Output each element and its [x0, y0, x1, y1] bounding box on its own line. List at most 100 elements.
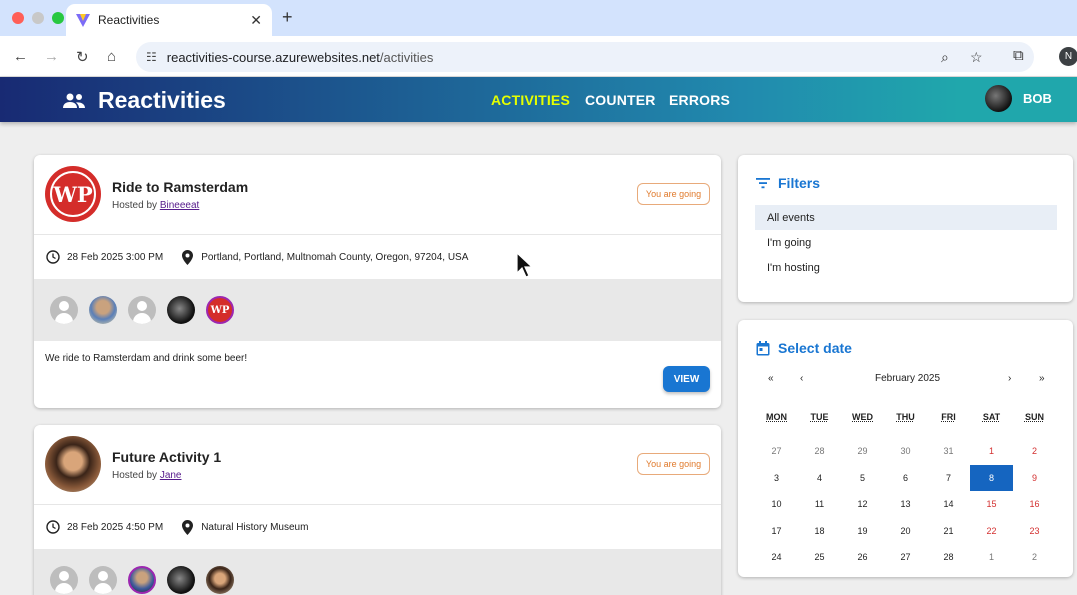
activity-title[interactable]: Ride to Ramsterdam [112, 179, 248, 195]
activity-date: 28 Feb 2025 4:50 PM [67, 521, 164, 533]
back-icon[interactable]: ← [13, 48, 28, 65]
calendar-title: Select date [778, 340, 852, 356]
brand-logo[interactable]: Reactivities [62, 87, 226, 114]
calendar-day[interactable]: 1 [970, 438, 1013, 465]
calendar-day[interactable]: 17 [755, 518, 798, 545]
calendar-day[interactable]: 31 [927, 438, 970, 465]
calendar-day[interactable]: 16 [1013, 491, 1056, 518]
browser-tab[interactable]: Reactivities ✕ [66, 4, 272, 36]
attendee-avatar[interactable] [89, 296, 117, 324]
host-link[interactable]: Jane [160, 470, 182, 481]
prev-year-button[interactable]: « [768, 373, 774, 384]
month-label[interactable]: February 2025 [875, 373, 940, 384]
window-controls [12, 12, 64, 24]
calendar-day[interactable]: 11 [798, 491, 841, 518]
host-link[interactable]: Bineeeat [160, 200, 199, 211]
calendar-card: Select date « ‹ February 2025 › » MON TUE… [738, 320, 1073, 577]
calendar-grid: MON TUE WED THU FRI SAT SUN 27 28 29 30 31 1 2 3 4 5 6 7 8 9… [755, 412, 1057, 571]
calendar-day[interactable]: 29 [841, 438, 884, 465]
next-year-button[interactable]: » [1039, 373, 1045, 384]
calendar-day[interactable]: 2 [1013, 544, 1056, 571]
filter-hosting[interactable]: I'm hosting [755, 255, 1057, 280]
browser-tab-bar: Reactivities ✕ + [0, 0, 1077, 36]
calendar-day[interactable]: 23 [1013, 518, 1056, 545]
calendar-day[interactable]: 20 [884, 518, 927, 545]
zoom-icon[interactable]: ⌕ [941, 49, 949, 66]
calendar-day[interactable]: 19 [841, 518, 884, 545]
attendee-avatar[interactable] [206, 566, 234, 594]
user-menu[interactable]: BOB [985, 85, 1052, 112]
prev-month-button[interactable]: ‹ [800, 373, 803, 384]
hosted-by-label: Hosted by [112, 200, 158, 211]
activity-description: We ride to Ramsterdam and drink some bee… [45, 353, 248, 364]
calendar-day[interactable]: 25 [798, 544, 841, 571]
attendee-avatar[interactable] [50, 566, 78, 594]
close-window-button[interactable] [12, 12, 24, 24]
profile-avatar[interactable]: N [1059, 47, 1077, 66]
weekday-header: SUN [1024, 412, 1044, 422]
calendar-day[interactable]: 21 [927, 518, 970, 545]
weekday-header: MON [766, 412, 787, 422]
calendar-day[interactable]: 27 [755, 438, 798, 465]
calendar-day[interactable]: 13 [884, 491, 927, 518]
calendar-day[interactable]: 7 [927, 465, 970, 492]
maximize-window-button[interactable] [52, 12, 64, 24]
address-bar[interactable]: ☷ reactivities-course.azurewebsites.net /… [136, 42, 1034, 72]
calendar-day[interactable]: 30 [884, 438, 927, 465]
calendar-widget: « ‹ February 2025 › » [755, 370, 1057, 390]
next-month-button[interactable]: › [1008, 373, 1011, 384]
attendee-avatar[interactable] [128, 566, 156, 594]
user-name: BOB [1023, 91, 1052, 106]
attendee-avatar[interactable] [128, 296, 156, 324]
calendar-day[interactable]: 3 [755, 465, 798, 492]
attendee-avatar[interactable] [167, 566, 195, 594]
attendee-avatar[interactable] [89, 566, 117, 594]
close-tab-icon[interactable]: ✕ [250, 12, 262, 29]
new-tab-icon[interactable]: + [282, 7, 293, 28]
minimize-window-button[interactable] [32, 12, 44, 24]
calendar-day[interactable]: 28 [798, 438, 841, 465]
calendar-day[interactable]: 9 [1013, 465, 1056, 492]
forward-icon[interactable]: → [44, 48, 59, 65]
activity-host: Hosted by Jane [112, 470, 182, 481]
view-button[interactable]: VIEW [663, 366, 710, 392]
calendar-day[interactable]: 2 [1013, 438, 1056, 465]
extensions-icon[interactable]: ⧉ [1013, 47, 1024, 64]
attendee-avatar[interactable] [167, 296, 195, 324]
calendar-day[interactable]: 22 [970, 518, 1013, 545]
activity-avatar[interactable]: WP [45, 166, 101, 222]
activity-title[interactable]: Future Activity 1 [112, 449, 221, 465]
calendar-day[interactable]: 24 [755, 544, 798, 571]
calendar-day[interactable]: 15 [970, 491, 1013, 518]
filter-all-events[interactable]: All events [755, 205, 1057, 230]
filters-card: Filters All events I'm going I'm hosting [738, 155, 1073, 302]
activity-header: WP Ride to Ramsterdam Hosted by Bineeeat… [34, 155, 721, 234]
site-settings-icon[interactable]: ☷ [146, 50, 157, 64]
calendar-day[interactable]: 14 [927, 491, 970, 518]
home-icon[interactable]: ⌂ [107, 48, 116, 65]
calendar-day[interactable]: 5 [841, 465, 884, 492]
nav-counter[interactable]: COUNTER [585, 92, 656, 108]
calendar-day[interactable]: 4 [798, 465, 841, 492]
calendar-day[interactable]: 18 [798, 518, 841, 545]
filters-title: Filters [778, 175, 821, 191]
filter-going[interactable]: I'm going [755, 230, 1057, 255]
attendee-avatar[interactable]: WP [206, 296, 234, 324]
calendar-day[interactable]: 27 [884, 544, 927, 571]
activity-avatar[interactable] [45, 436, 101, 492]
nav-activities[interactable]: ACTIVITIES [491, 92, 570, 108]
calendar-day[interactable]: 1 [970, 544, 1013, 571]
activity-info: 28 Feb 2025 3:00 PM Portland, Portland, … [34, 234, 721, 279]
attendee-avatar[interactable] [50, 296, 78, 324]
url-path: /activities [379, 49, 434, 65]
bookmark-star-icon[interactable]: ☆ [970, 49, 983, 66]
reload-icon[interactable]: ↻ [76, 48, 89, 66]
calendar-day[interactable]: 28 [927, 544, 970, 571]
calendar-day[interactable]: 10 [755, 491, 798, 518]
calendar-day[interactable]: 26 [841, 544, 884, 571]
calendar-day[interactable]: 8 [970, 464, 1013, 491]
nav-errors[interactable]: ERRORS [669, 92, 730, 108]
calendar-day[interactable]: 12 [841, 491, 884, 518]
hosted-by-label: Hosted by [112, 470, 158, 481]
calendar-day[interactable]: 6 [884, 465, 927, 492]
